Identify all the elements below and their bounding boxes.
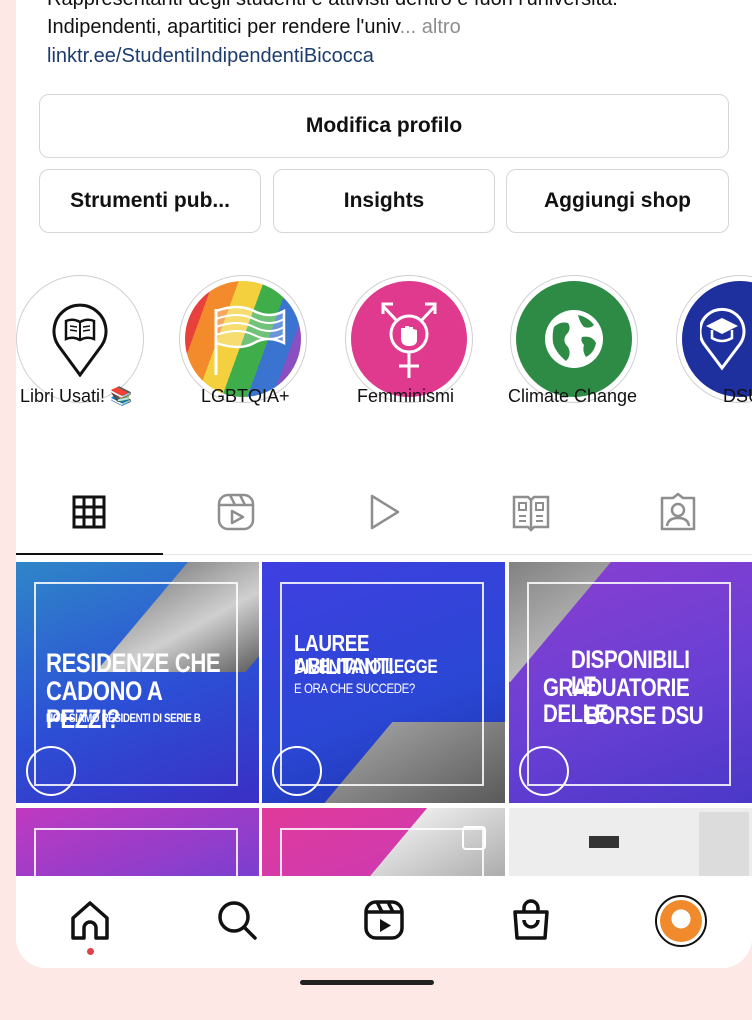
post-title-line1: RESIDENZE CHE: [46, 648, 221, 678]
highlight-dsu[interactable]: [676, 275, 752, 403]
guide-icon[interactable]: [509, 490, 553, 534]
object-photo: [589, 836, 619, 848]
bio-line-2: Indipendenti, apartitici per rendere l'u…: [47, 16, 461, 39]
add-shop-button[interactable]: Aggiungi shop: [506, 169, 729, 233]
tagged-icon[interactable]: [656, 490, 700, 534]
insights-button[interactable]: Insights: [273, 169, 495, 233]
post-tile[interactable]: LAUREE ABILITANTI DIVENTANO LEGGE E ORA …: [262, 562, 505, 803]
play-icon[interactable]: [362, 490, 406, 534]
highlight-climate-change[interactable]: [510, 275, 638, 403]
avatar-logo-icon: [660, 900, 702, 942]
highlight-label: Libri Usati! 📚: [20, 386, 133, 406]
feminism-symbol-icon: [381, 302, 437, 378]
post-title-line3: BORSE DSU: [585, 702, 704, 730]
highlight-femminismi[interactable]: [345, 275, 473, 403]
active-tab-indicator: [16, 553, 163, 555]
highlight-label: Femminismi: [357, 386, 454, 406]
rainbow-flag-icon: [214, 305, 286, 375]
logo-icon: [519, 746, 569, 796]
profile-avatar[interactable]: [654, 894, 708, 948]
post-frame: [280, 828, 484, 878]
profile-link[interactable]: linktr.ee/StudentiIndipendentiBicocca: [47, 45, 374, 68]
highlight-lgbtqia[interactable]: [179, 275, 307, 403]
edit-profile-button[interactable]: Modifica profilo: [39, 94, 729, 158]
carousel-icon: [462, 826, 486, 850]
post-frame: [34, 828, 238, 878]
tab-divider: [163, 554, 752, 555]
home-indicator[interactable]: [300, 980, 434, 985]
reels-icon[interactable]: [360, 896, 408, 944]
notification-dot: [87, 948, 94, 955]
shop-icon[interactable]: [507, 896, 555, 944]
post-tile[interactable]: RESIDENZE CHE CADONO A PEZZI? NON SIAMO …: [16, 562, 259, 803]
highlight-label: LGBTQIA+: [201, 386, 290, 406]
logo-icon: [26, 746, 76, 796]
book-pin-icon: [52, 303, 108, 377]
search-icon[interactable]: [213, 896, 261, 944]
highlight-label: DSU: [723, 386, 752, 406]
grid-icon[interactable]: [67, 490, 111, 534]
professional-tools-button[interactable]: Strumenti pub...: [39, 169, 261, 233]
paper-photo: [699, 812, 749, 878]
post-subtitle: E ORA CHE SUCCEDE?: [294, 680, 415, 696]
bottom-navigation: [16, 876, 752, 968]
post-title-line2: DIVENTANO LEGGE: [294, 657, 438, 678]
post-tile[interactable]: DISPONIBILI LE GRADUATORIE DELLE BORSE D…: [509, 562, 752, 803]
graduation-pin-icon: [700, 307, 746, 371]
post-subtitle: NON SIAMO RESIDENTI DI SERIE B: [46, 711, 201, 725]
bio-text: Indipendenti, apartitici per rendere l'u…: [47, 16, 400, 38]
post-tile[interactable]: [509, 808, 752, 878]
logo-icon: [272, 746, 322, 796]
home-icon[interactable]: [66, 896, 114, 944]
highlight-label: Climate Change: [508, 386, 638, 406]
reels-tab-icon[interactable]: [214, 490, 258, 534]
highlight-libri-usati[interactable]: [16, 275, 144, 403]
post-tile[interactable]: [262, 808, 505, 878]
profile-screen: Rappresentanti degli studenti e attivist…: [16, 0, 752, 968]
post-tile[interactable]: [16, 808, 259, 878]
bio-line-1: Rappresentanti degli studenti e attivist…: [47, 0, 618, 11]
globe-icon: [545, 310, 603, 368]
more-link[interactable]: ... altro: [400, 16, 461, 38]
